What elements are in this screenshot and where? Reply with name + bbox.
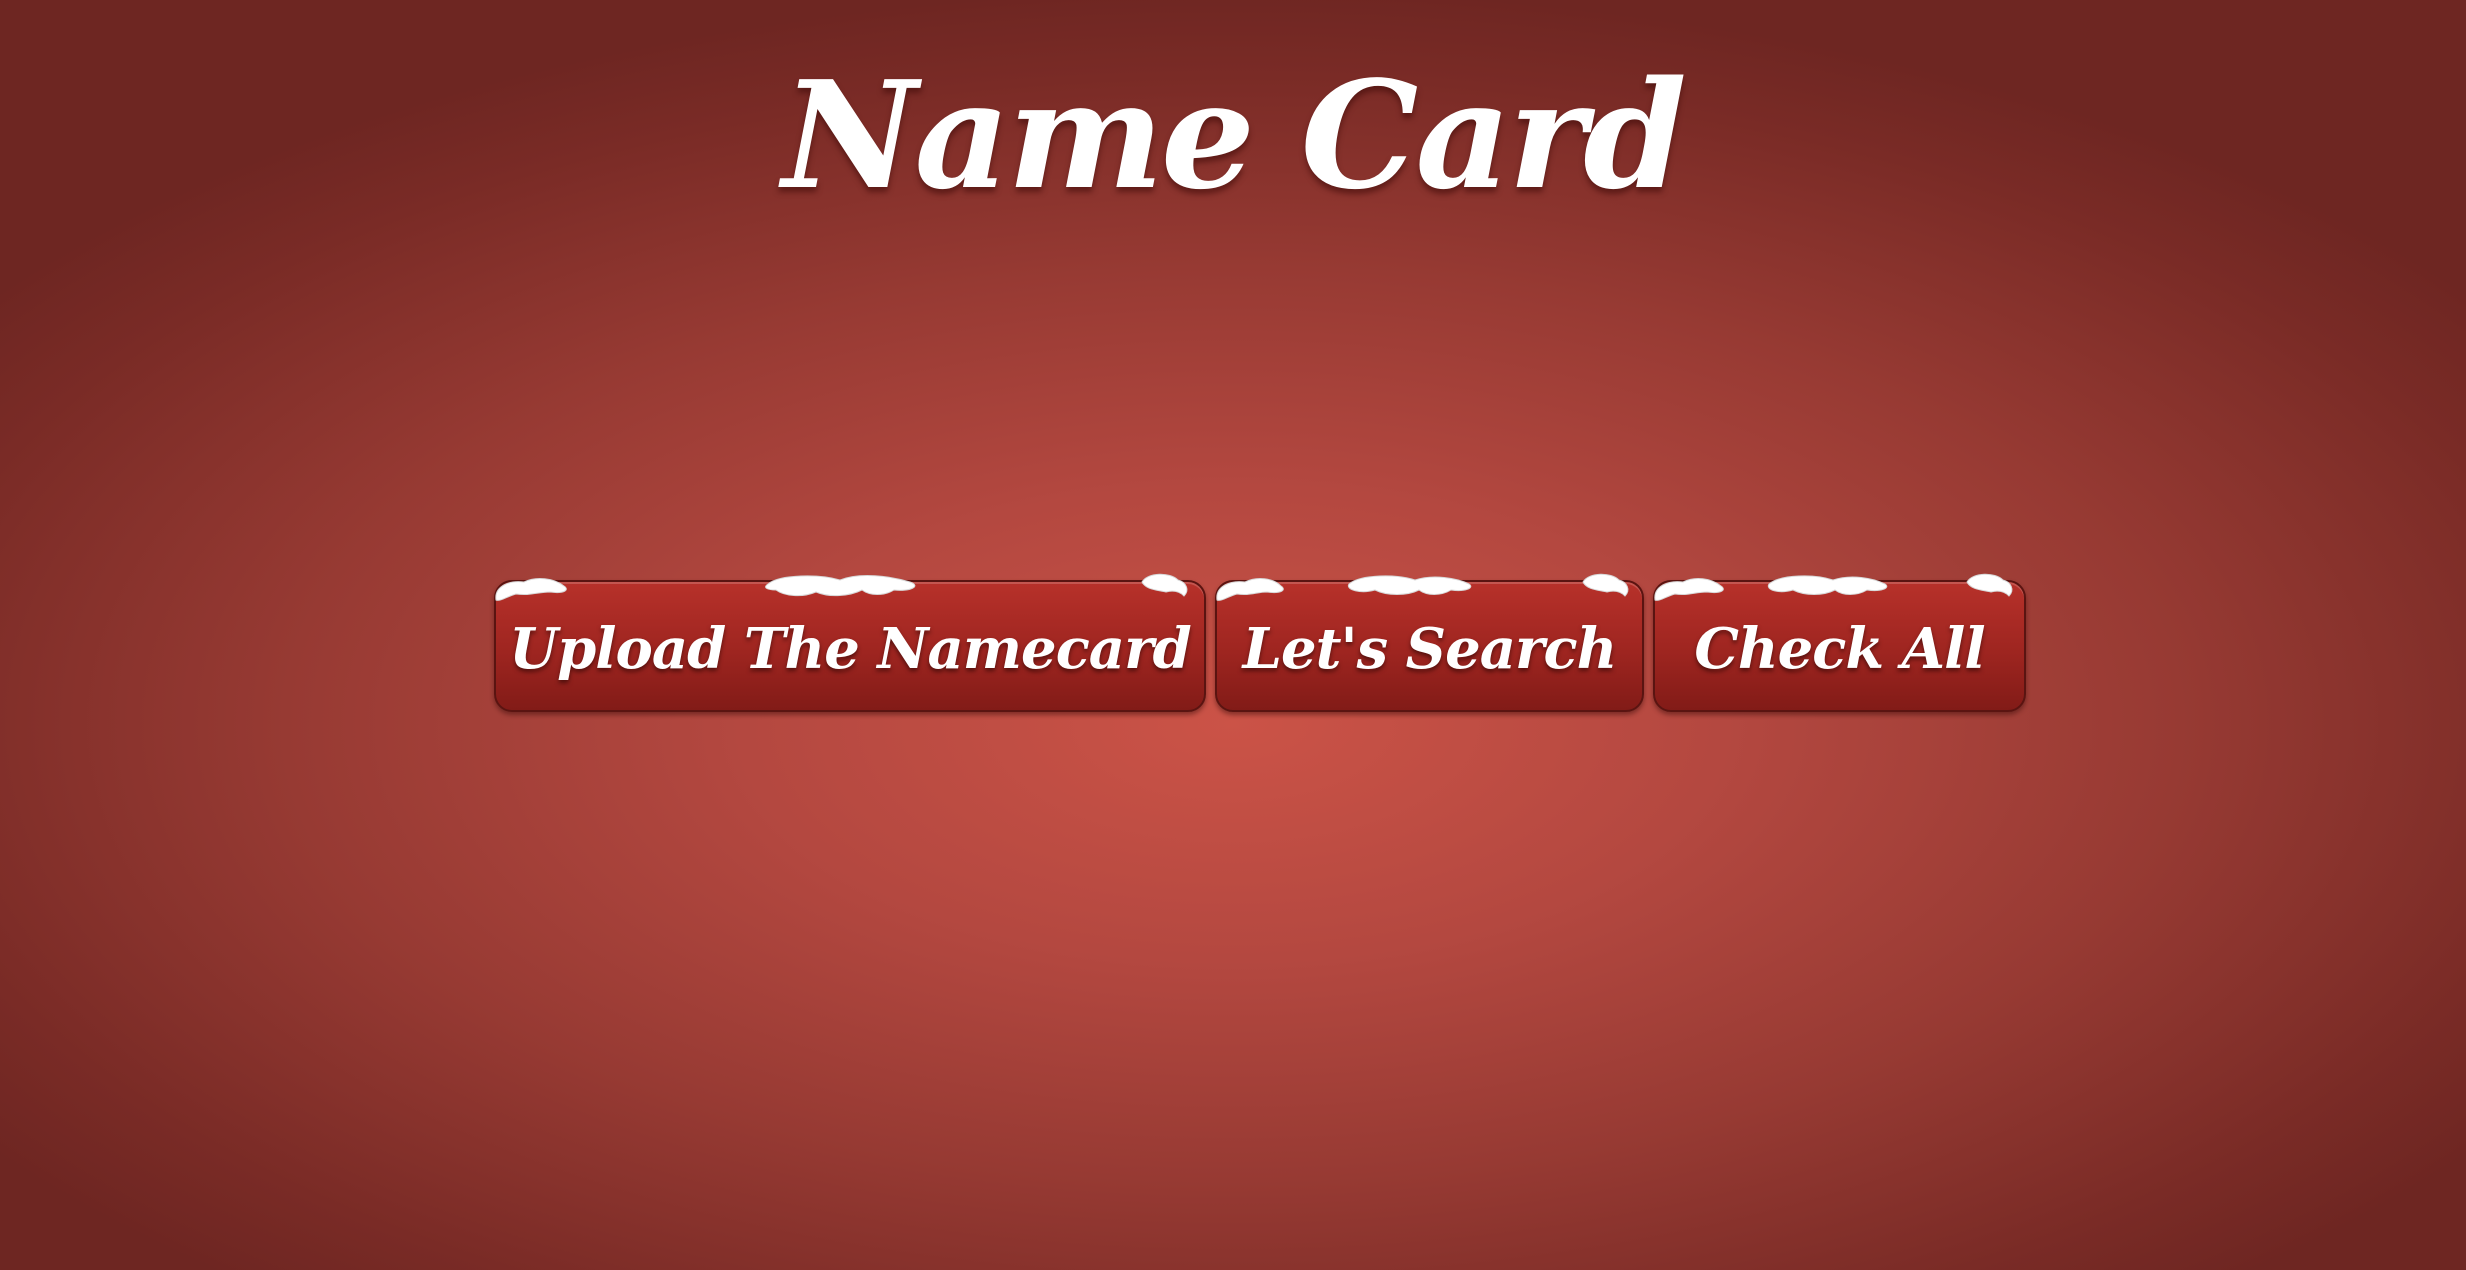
snow-cap-decoration [495,573,1188,601]
page-title: Name Card [782,48,1687,222]
action-button-row: Upload The Namecard Let's Search Check A… [0,568,2466,728]
upload-namecard-button[interactable]: Upload The Namecard [494,573,1206,712]
lets-search-button-label: Let's Search [1242,616,1618,682]
lets-search-button[interactable]: Let's Search [1215,573,1644,712]
upload-namecard-button-label: Upload The Namecard [509,616,1191,682]
snow-cap-decoration [1654,573,2013,601]
check-all-button[interactable]: Check All [1653,573,2026,712]
check-all-button-label: Check All [1694,616,1985,682]
snow-cap-decoration [1216,573,1629,601]
